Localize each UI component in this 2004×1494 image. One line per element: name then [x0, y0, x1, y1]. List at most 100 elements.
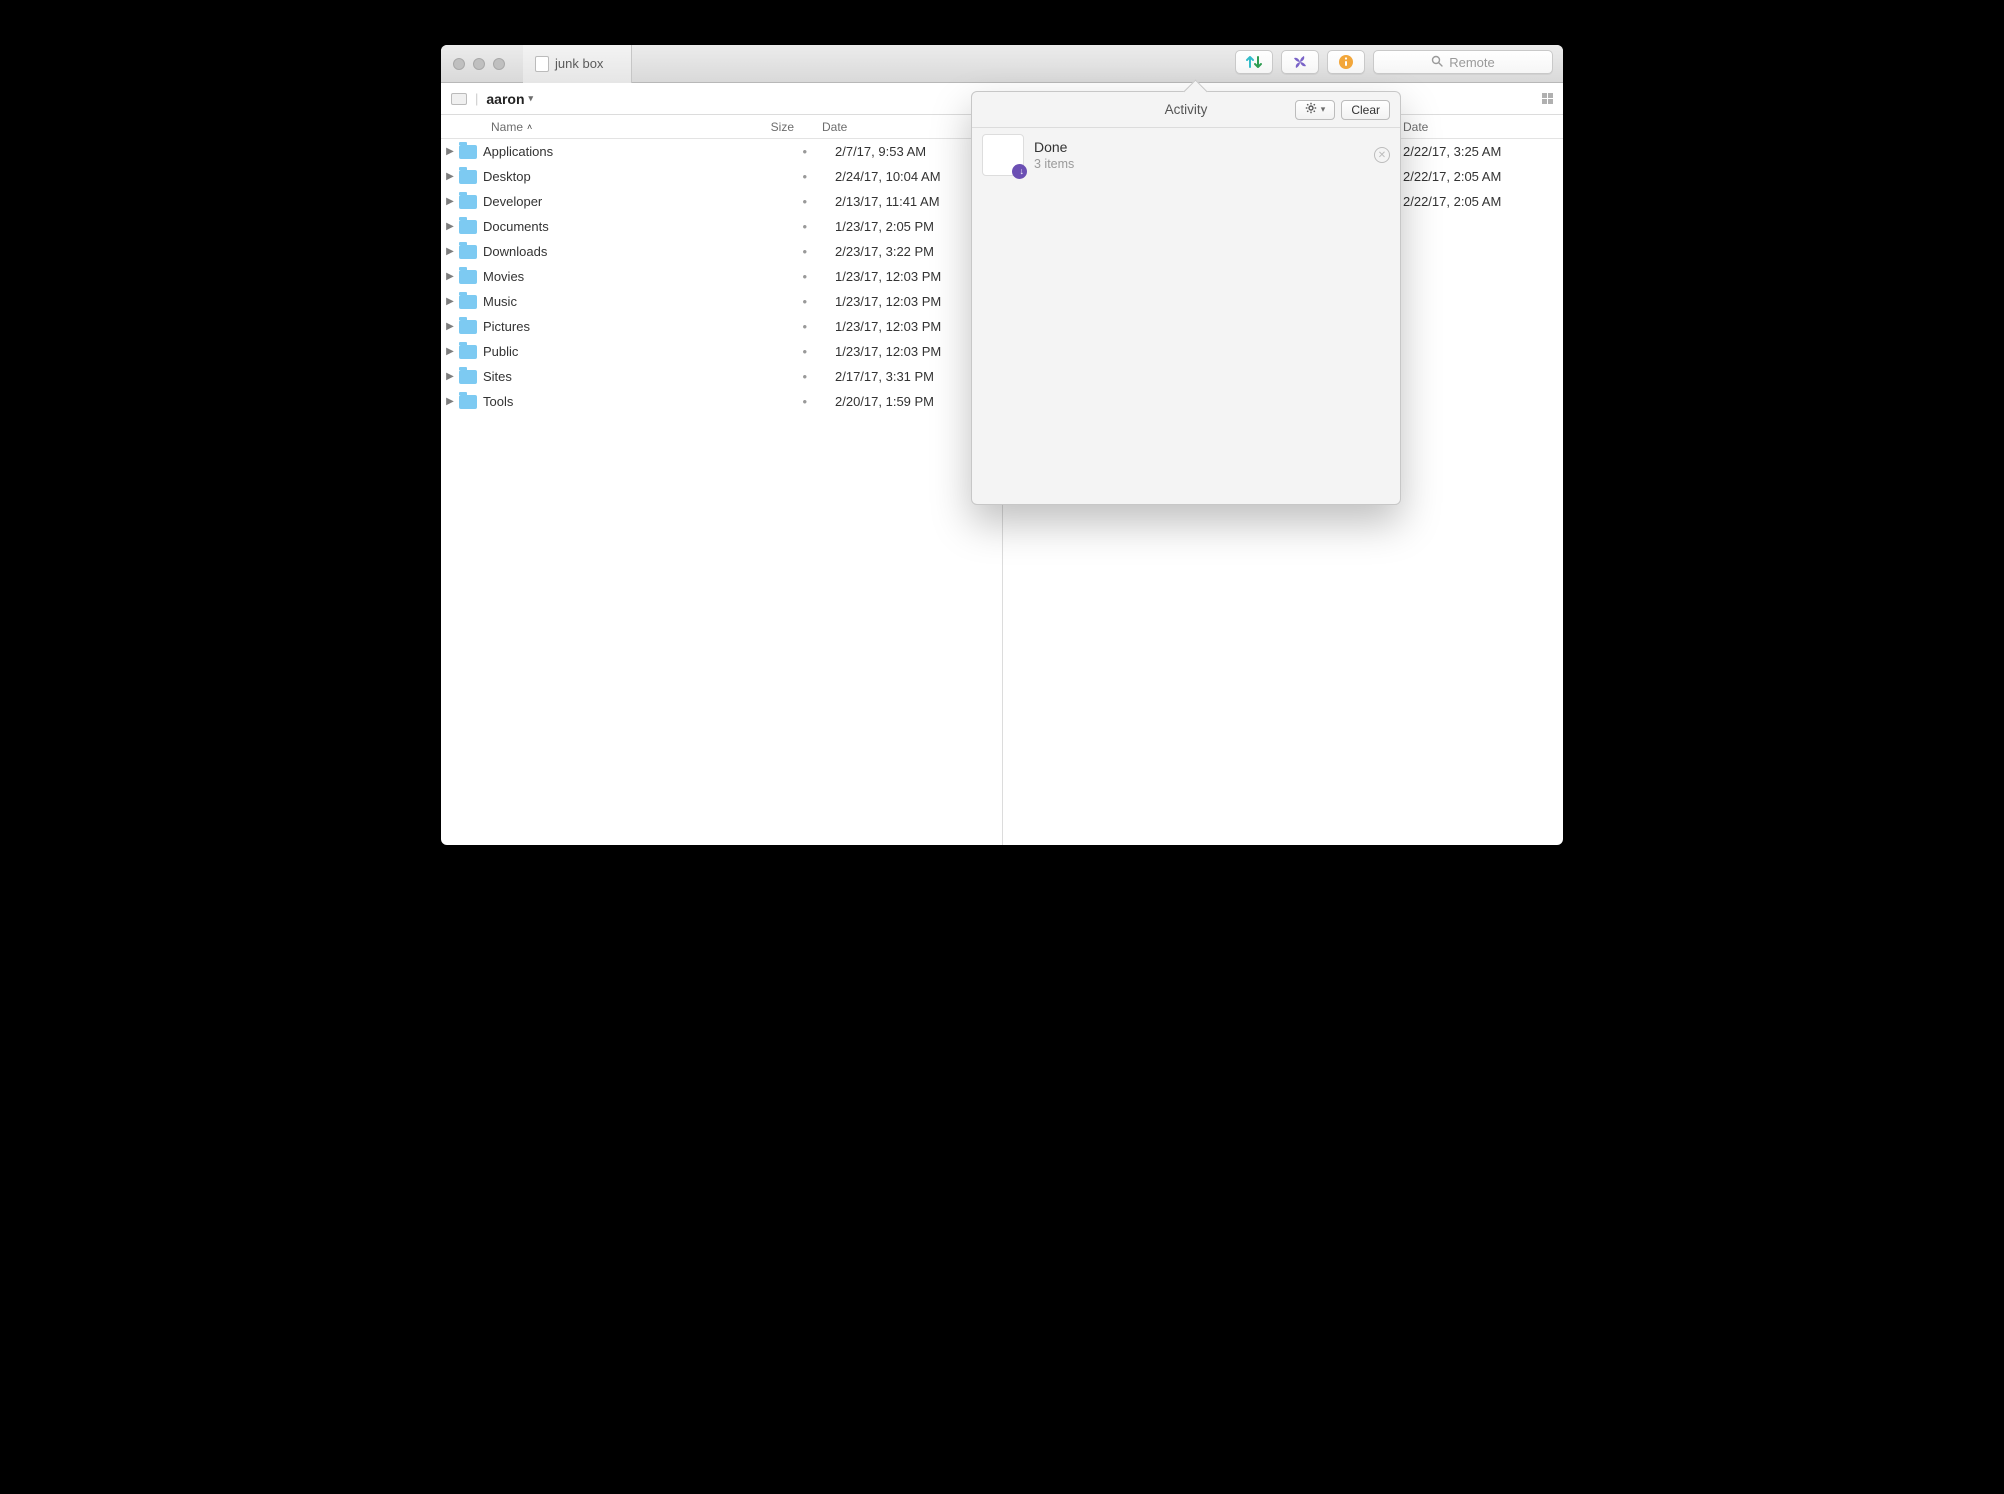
disclosure-triangle-icon[interactable]: ▶	[441, 146, 459, 157]
tab-connection[interactable]: junk box	[523, 45, 632, 83]
activity-button[interactable]	[1235, 50, 1273, 74]
file-row[interactable]: ▶Desktop•2/24/17, 10:04 AM	[441, 164, 1002, 189]
column-header-left: Name ˄ Size Date	[441, 115, 1002, 139]
disclosure-triangle-icon[interactable]: ▶	[441, 246, 459, 257]
arrow-down-icon: ↓	[1020, 166, 1025, 176]
file-name: Sites	[483, 369, 755, 384]
disclosure-triangle-icon[interactable]: ▶	[441, 271, 459, 282]
activity-item-text: Done 3 items	[1034, 139, 1074, 171]
sort-asc-icon: ˄	[527, 122, 532, 132]
file-size: •	[755, 369, 807, 384]
file-row[interactable]: ▶Pictures•1/23/17, 12:03 PM	[441, 314, 1002, 339]
file-row[interactable]: ▶Public•1/23/17, 12:03 PM	[441, 339, 1002, 364]
clear-button[interactable]: Clear	[1341, 100, 1390, 120]
file-row[interactable]: ▶Applications•2/7/17, 9:53 AM	[441, 139, 1002, 164]
file-row[interactable]: ▶Downloads•2/23/17, 3:22 PM	[441, 239, 1002, 264]
zoom-window-icon[interactable]	[493, 58, 505, 70]
path-separator: |	[467, 91, 486, 106]
tab-title: junk box	[555, 56, 603, 71]
file-name: Documents	[483, 219, 755, 234]
chevron-down-icon: ▾	[1321, 104, 1326, 115]
file-row[interactable]: ▶Developer•2/13/17, 11:41 AM	[441, 189, 1002, 214]
disclosure-triangle-icon[interactable]: ▶	[441, 396, 459, 407]
file-size: •	[755, 219, 807, 234]
view-grid-icon[interactable]	[1542, 93, 1553, 104]
file-date: 2/22/17, 3:25 AM	[1393, 144, 1563, 159]
file-size: •	[755, 144, 807, 159]
disclosure-triangle-icon[interactable]: ▶	[441, 196, 459, 207]
file-date: 2/22/17, 2:05 AM	[1393, 169, 1563, 184]
toolbar: Remote	[1235, 50, 1553, 74]
gear-icon	[1305, 102, 1317, 117]
disclosure-triangle-icon[interactable]: ▶	[441, 371, 459, 382]
sync-button[interactable]	[1281, 50, 1319, 74]
file-name: Music	[483, 294, 755, 309]
activity-item-subtitle: 3 items	[1034, 157, 1074, 171]
disclosure-triangle-icon[interactable]: ▶	[441, 171, 459, 182]
local-pane: Name ˄ Size Date ▶Applications•2/7/17, 9…	[441, 115, 1002, 845]
document-icon	[535, 56, 549, 72]
folder-icon	[459, 195, 477, 209]
breadcrumb-label: aaron	[486, 91, 524, 107]
transfer-icon	[1245, 55, 1263, 69]
file-name: Public	[483, 344, 755, 359]
close-window-icon[interactable]	[453, 58, 465, 70]
minimize-window-icon[interactable]	[473, 58, 485, 70]
breadcrumb[interactable]: aaron ▾	[486, 91, 533, 107]
activity-popover: Activity ▾ Clear ↓ Done 3 items	[971, 91, 1401, 505]
activity-item-title: Done	[1034, 139, 1074, 155]
search-field[interactable]: Remote	[1373, 50, 1553, 74]
pinwheel-icon	[1292, 54, 1308, 70]
folder-icon	[459, 145, 477, 159]
activity-item[interactable]: ↓ Done 3 items ✕	[982, 134, 1390, 176]
file-size: •	[755, 294, 807, 309]
file-name: Developer	[483, 194, 755, 209]
file-row[interactable]: ▶Movies•1/23/17, 12:03 PM	[441, 264, 1002, 289]
traffic-lights	[441, 58, 505, 70]
activity-item-remove[interactable]: ✕	[1374, 147, 1390, 163]
file-size: •	[755, 344, 807, 359]
disclosure-triangle-icon[interactable]: ▶	[441, 321, 459, 332]
folder-icon	[459, 270, 477, 284]
file-size: •	[755, 194, 807, 209]
folder-icon	[459, 220, 477, 234]
search-icon	[1431, 55, 1443, 70]
file-name: Desktop	[483, 169, 755, 184]
disclosure-triangle-icon[interactable]: ▶	[441, 221, 459, 232]
file-size: •	[755, 244, 807, 259]
file-row[interactable]: ▶Tools•2/20/17, 1:59 PM	[441, 389, 1002, 414]
app-window: junk box	[441, 45, 1563, 845]
file-row[interactable]: ▶Sites•2/17/17, 3:31 PM	[441, 364, 1002, 389]
file-name: Pictures	[483, 319, 755, 334]
close-icon: ✕	[1378, 150, 1386, 161]
disclosure-triangle-icon[interactable]: ▶	[441, 296, 459, 307]
file-row[interactable]: ▶Documents•1/23/17, 2:05 PM	[441, 214, 1002, 239]
activity-header: Activity ▾ Clear	[972, 92, 1400, 128]
folder-icon	[459, 395, 477, 409]
column-name[interactable]: Name ˄	[441, 120, 742, 134]
info-button[interactable]	[1327, 50, 1365, 74]
disclosure-triangle-icon[interactable]: ▶	[441, 346, 459, 357]
local-file-list[interactable]: ▶Applications•2/7/17, 9:53 AM▶Desktop•2/…	[441, 139, 1002, 414]
folder-icon	[459, 170, 477, 184]
file-size: •	[755, 169, 807, 184]
file-size: •	[755, 319, 807, 334]
column-size[interactable]: Size	[742, 120, 812, 134]
column-date-right[interactable]: Date	[1393, 120, 1563, 134]
file-name: Tools	[483, 394, 755, 409]
folder-icon	[459, 320, 477, 334]
file-name: Movies	[483, 269, 755, 284]
transfer-complete-icon: ↓	[982, 134, 1024, 176]
file-size: •	[755, 394, 807, 409]
file-size: •	[755, 269, 807, 284]
folder-icon	[459, 295, 477, 309]
titlebar: junk box	[441, 45, 1563, 83]
folder-icon	[459, 245, 477, 259]
folder-icon	[459, 370, 477, 384]
folder-icon	[459, 345, 477, 359]
disk-icon	[451, 93, 467, 105]
file-date: 2/22/17, 2:05 AM	[1393, 194, 1563, 209]
activity-actions-menu[interactable]: ▾	[1295, 100, 1336, 120]
file-row[interactable]: ▶Music•1/23/17, 12:03 PM	[441, 289, 1002, 314]
info-icon	[1338, 54, 1354, 70]
